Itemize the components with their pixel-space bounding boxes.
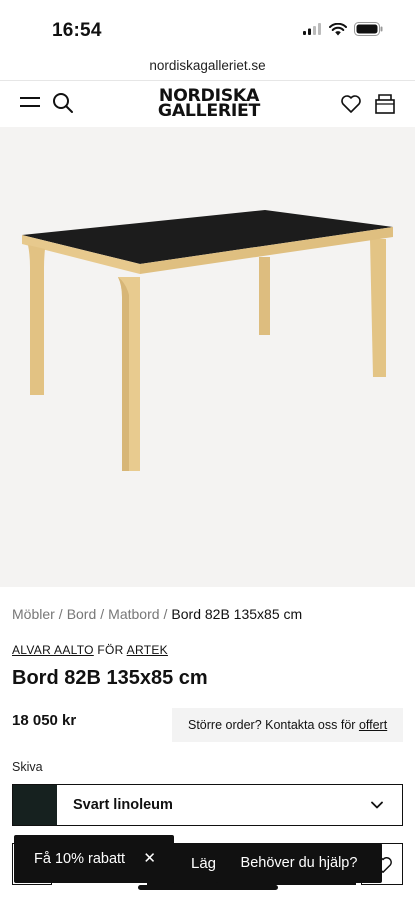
cart-icon[interactable] xyxy=(374,93,396,115)
option-label: Skiva xyxy=(12,760,43,774)
selected-option: Svart linoleum xyxy=(73,797,173,813)
status-time: 16:54 xyxy=(52,20,102,41)
url-bar[interactable]: nordiskagalleriet.se xyxy=(0,52,415,80)
site-header: NORDISKA GALLERIET xyxy=(0,81,415,127)
offer-link[interactable]: offert xyxy=(359,718,387,732)
search-icon[interactable] xyxy=(52,92,74,114)
breadcrumb: Möbler / Bord / Matbord / Bord 82B 135x85 cm xyxy=(12,606,302,622)
price: 18 050 kr xyxy=(12,712,77,729)
breadcrumb-separator: / xyxy=(100,606,105,622)
designer-link[interactable]: ALVAR AALTO xyxy=(12,643,94,657)
product-title: Bord 82B 135x85 cm xyxy=(12,667,208,689)
logo[interactable]: NORDISKA GALLERIET xyxy=(141,87,278,120)
order-text: Större order? Kontakta oss för xyxy=(188,718,356,732)
logo-line-2: GALLERIET xyxy=(157,101,261,120)
breadcrumb-current: Bord 82B 135x85 cm xyxy=(171,606,303,622)
wifi-icon xyxy=(329,22,347,35)
brand-link[interactable]: ARTEK xyxy=(127,643,168,657)
battery-icon xyxy=(354,22,383,36)
large-order-box: Större order? Kontakta oss för offert xyxy=(172,708,403,742)
breadcrumb-bord[interactable]: Bord xyxy=(67,606,97,622)
product-image[interactable] xyxy=(0,127,415,587)
top-material-select[interactable]: Svart linoleum xyxy=(12,784,403,826)
table-illustration xyxy=(22,210,393,471)
home-indicator xyxy=(138,885,278,890)
breadcrumb-mobler[interactable]: Möbler xyxy=(12,606,55,622)
status-bar: 16:54 xyxy=(0,0,415,52)
breadcrumb-separator: / xyxy=(163,606,168,622)
menu-icon[interactable] xyxy=(20,97,40,111)
status-icons xyxy=(303,22,383,36)
heart-icon[interactable] xyxy=(340,93,362,115)
close-icon[interactable]: ✕ xyxy=(143,835,156,883)
chevron-down-icon xyxy=(371,801,383,809)
designer-line: ALVAR AALTO FÖR ARTEK xyxy=(12,643,168,657)
help-chat-button[interactable]: Behöver du hjälp? xyxy=(216,843,382,883)
color-swatch xyxy=(13,785,57,825)
discount-popup[interactable]: Få 10% rabatt ✕ xyxy=(14,835,174,883)
breadcrumb-separator: / xyxy=(58,606,63,622)
for-label: FÖR xyxy=(97,643,124,657)
signal-icon xyxy=(303,23,321,35)
discount-label[interactable]: Få 10% rabatt xyxy=(34,835,125,883)
breadcrumb-matbord[interactable]: Matbord xyxy=(108,606,159,622)
